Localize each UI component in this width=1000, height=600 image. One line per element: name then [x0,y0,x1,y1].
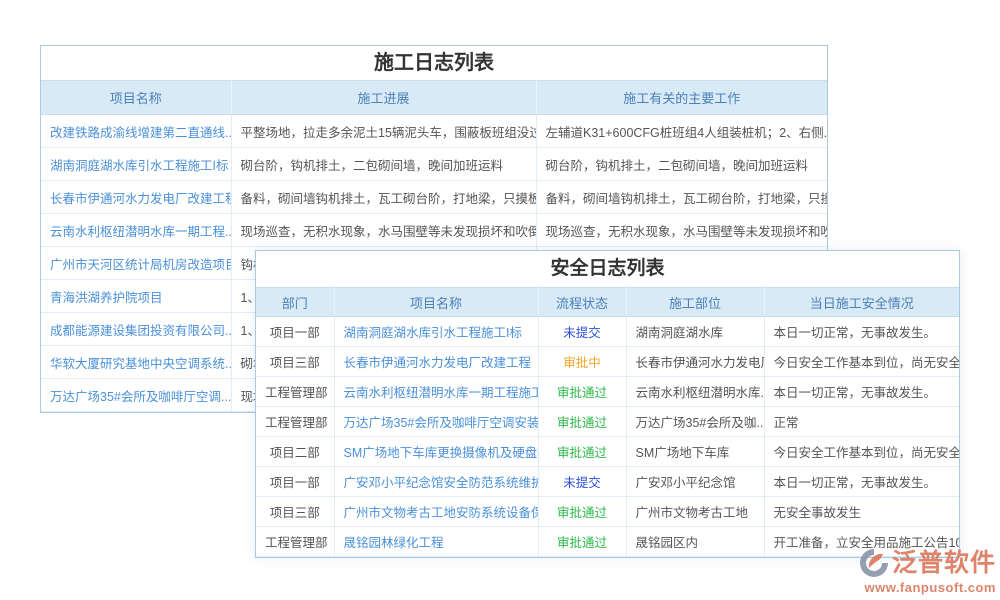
main-work-cell: 砌台阶，钩机排土，二包砌间墙，晚间加班运料 [536,148,827,181]
safety-log-title: 安全日志列表 [256,251,959,287]
location-cell: 广安邓小平纪念馆 [626,467,764,497]
project-link[interactable]: 湖南洞庭湖水库引水工程施工I标 [41,148,231,181]
brand-url: www.fanpusoft.com [859,581,996,594]
progress-cell: 平整场地，拉走多余泥土15辆泥头车，围蔽板班组没过来... [231,115,536,148]
location-cell: 广州市文物考古工地 [626,497,764,527]
fanpu-watermark: 泛普软件 www.fanpusoft.com [859,548,996,594]
location-cell: 长春市伊通河水力发电厂 [626,347,764,377]
project-link[interactable]: 广州市天河区统计局机房改造项目 [41,247,231,280]
table-row: 工程管理部 万达广场35#会所及咖啡厅空调安装... 审批通过 万达广场35#会… [256,407,959,437]
location-cell: SM广场地下车库 [626,437,764,467]
table-row: 工程管理部 晟铭园林绿化工程 审批通过 晟铭园区内 开工准备，立安全用品施工公告… [256,527,959,557]
safety-log-window: 安全日志列表 部门 项目名称 流程状态 施工部位 当日施工安全情况 项目一部 湖… [255,250,960,558]
location-cell: 万达广场35#会所及咖... [626,407,764,437]
project-link[interactable]: 广安邓小平纪念馆安全防范系统维护... [334,467,538,497]
safety-cell: 本日一切正常，无事故发生。 [764,467,959,497]
main-work-cell: 现场巡查，无积水现象，水马围壁等未发现损坏和吹... [536,214,827,247]
department-cell: 工程管理部 [256,527,334,557]
location-cell: 湖南洞庭湖水库 [626,317,764,347]
status-badge: 审批中 [538,347,626,377]
project-link[interactable]: 长春市伊通河水力发电厂改建工程 [41,181,231,214]
status-badge: 未提交 [538,317,626,347]
status-badge: 未提交 [538,467,626,497]
progress-cell: 现场巡查，无积水现象，水马围壁等未发现损坏和吹倒现... [231,214,536,247]
project-link[interactable]: 长春市伊通河水力发电厂改建工程 [334,347,538,377]
project-link[interactable]: 云南水利枢纽潜明水库一期工程施工I标 [334,377,538,407]
col-header-construction-part: 施工部位 [626,288,764,317]
location-cell: 云南水利枢纽潜明水库... [626,377,764,407]
project-link[interactable]: 广州市文物考古工地安防系统设备保修 [334,497,538,527]
project-link[interactable]: 云南水利枢纽潜明水库一期工程... [41,214,231,247]
fanpu-logo-icon [859,548,889,578]
safety-cell: 今日安全工作基本到位，尚无安全隐... [764,437,959,467]
table-row: 长春市伊通河水力发电厂改建工程 备料，砌间墙钩机排土，瓦工砌台阶，打地梁，只摸板… [41,181,827,214]
project-link[interactable]: 湖南洞庭湖水库引水工程施工I标 [334,317,538,347]
status-badge: 审批通过 [538,407,626,437]
progress-cell: 砌台阶，钩机排土，二包砌间墙，晚间加班运料 [231,148,536,181]
status-badge: 审批通过 [538,497,626,527]
table-row: 改建铁路成渝线增建第二直通线... 平整场地，拉走多余泥土15辆泥头车，围蔽板班… [41,115,827,148]
safety-cell: 今日安全工作基本到位，尚无安全隐... [764,347,959,377]
main-work-cell: 备料，砌间墙钩机排土，瓦工砌台阶，打地梁，只摸... [536,181,827,214]
status-badge: 审批通过 [538,527,626,557]
brand-name: 泛普软件 [892,551,996,576]
status-badge: 审批通过 [538,377,626,407]
construction-log-header-row: 项目名称 施工进展 施工有关的主要工作 [41,81,827,115]
table-row: 工程管理部 云南水利枢纽潜明水库一期工程施工I标 审批通过 云南水利枢纽潜明水库… [256,377,959,407]
table-row: 项目三部 广州市文物考古工地安防系统设备保修 审批通过 广州市文物考古工地 无安… [256,497,959,527]
location-cell: 晟铭园区内 [626,527,764,557]
safety-cell: 本日一切正常，无事故发生。 [764,317,959,347]
department-cell: 项目三部 [256,497,334,527]
department-cell: 项目一部 [256,467,334,497]
table-row: 项目一部 湖南洞庭湖水库引水工程施工I标 未提交 湖南洞庭湖水库 本日一切正常，… [256,317,959,347]
department-cell: 项目三部 [256,347,334,377]
project-link[interactable]: 晟铭园林绿化工程 [334,527,538,557]
department-cell: 工程管理部 [256,407,334,437]
col-header-project-name: 项目名称 [334,288,538,317]
project-link[interactable]: SM广场地下车库更换摄像机及硬盘项目 [334,437,538,467]
department-cell: 工程管理部 [256,377,334,407]
col-header-daily-safety: 当日施工安全情况 [764,288,959,317]
progress-cell: 备料，砌间墙钩机排土，瓦工砌台阶，打地梁，只摸板，... [231,181,536,214]
col-header-department: 部门 [256,288,334,317]
department-cell: 项目一部 [256,317,334,347]
status-badge: 审批通过 [538,437,626,467]
project-link[interactable]: 万达广场35#会所及咖啡厅空调... [41,379,231,412]
table-row: 云南水利枢纽潜明水库一期工程... 现场巡查，无积水现象，水马围壁等未发现损坏和… [41,214,827,247]
safety-cell: 本日一切正常，无事故发生。 [764,377,959,407]
main-work-cell: 左辅道K31+600CFG桩班组4人组装桩机；2、右侧... [536,115,827,148]
construction-log-title: 施工日志列表 [41,46,827,80]
col-header-main-work: 施工有关的主要工作 [536,81,827,115]
department-cell: 项目二部 [256,437,334,467]
col-header-workflow-status: 流程状态 [538,288,626,317]
project-link[interactable]: 华软大厦研究基地中央空调系统... [41,346,231,379]
project-link[interactable]: 改建铁路成渝线增建第二直通线... [41,115,231,148]
table-row: 项目三部 长春市伊通河水力发电厂改建工程 审批中 长春市伊通河水力发电厂 今日安… [256,347,959,377]
safety-cell: 正常 [764,407,959,437]
col-header-project-name: 项目名称 [41,81,231,115]
safety-log-header-row: 部门 项目名称 流程状态 施工部位 当日施工安全情况 [256,288,959,317]
table-row: 湖南洞庭湖水库引水工程施工I标 砌台阶，钩机排土，二包砌间墙，晚间加班运料 砌台… [41,148,827,181]
col-header-progress: 施工进展 [231,81,536,115]
safety-cell: 无安全事故发生 [764,497,959,527]
project-link[interactable]: 青海洪湖养护院项目 [41,280,231,313]
table-row: 项目二部 SM广场地下车库更换摄像机及硬盘项目 审批通过 SM广场地下车库 今日… [256,437,959,467]
project-link[interactable]: 成都能源建设集团投资有限公司... [41,313,231,346]
table-row: 项目一部 广安邓小平纪念馆安全防范系统维护... 未提交 广安邓小平纪念馆 本日… [256,467,959,497]
project-link[interactable]: 万达广场35#会所及咖啡厅空调安装... [334,407,538,437]
safety-log-table: 部门 项目名称 流程状态 施工部位 当日施工安全情况 项目一部 湖南洞庭湖水库引… [256,287,959,557]
